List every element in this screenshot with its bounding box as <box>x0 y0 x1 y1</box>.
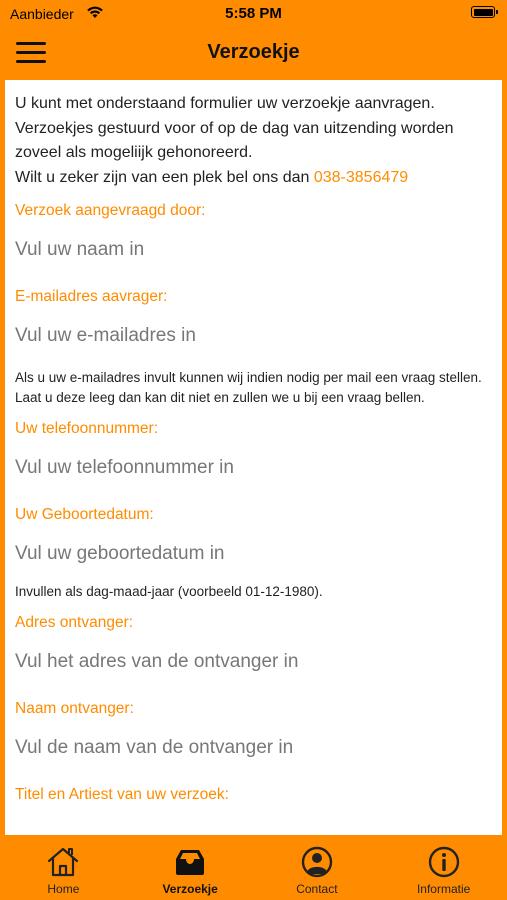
tab-label: Verzoekje <box>162 882 218 896</box>
tab-informatie[interactable]: Informatie <box>380 836 507 900</box>
clock: 5:58 PM <box>225 5 282 22</box>
recipient-name-input[interactable] <box>15 728 492 768</box>
home-icon <box>48 847 79 877</box>
inbox-icon <box>176 850 205 875</box>
name-label: Verzoek aangevraagd door: <box>15 202 206 219</box>
email-hint: Als u uw e-mailadres invult kunnen wij i… <box>15 370 482 405</box>
birthdate-input[interactable] <box>15 534 492 574</box>
info-icon <box>428 846 459 878</box>
intro-line: Verzoekjes gestuurd voor of op de dag va… <box>15 119 454 162</box>
name-input[interactable] <box>15 230 492 270</box>
page-title: Verzoekje <box>207 41 300 63</box>
user-circle-icon <box>301 846 333 878</box>
intro-text: U kunt met onderstaand formulier uw verz… <box>5 80 502 190</box>
recipient-address-input[interactable] <box>15 642 492 682</box>
intro-line: Wilt u zeker zijn van een plek bel ons d… <box>15 168 310 186</box>
tab-bar: Home Verzoekje Contact Informatie <box>0 836 507 900</box>
request-form[interactable]: U kunt met onderstaand formulier uw verz… <box>5 80 502 835</box>
phone-link[interactable]: 038-3856479 <box>314 169 408 186</box>
tab-home[interactable]: Home <box>0 836 127 900</box>
tab-label: Contact <box>296 882 338 896</box>
tab-label: Home <box>47 882 80 896</box>
birthdate-label: Uw Geboortedatum: <box>15 506 154 523</box>
birthdate-hint: Invullen als dag-maad-jaar (voorbeeld 01… <box>15 584 323 599</box>
email-label: E-mailadres aavrager: <box>15 288 168 305</box>
status-bar: Aanbieder 5:58 PM <box>0 0 507 28</box>
song-label: Titel en Artiest van uw verzoek: <box>15 786 229 803</box>
email-input[interactable] <box>15 316 492 356</box>
phone-label: Uw telefoonnummer: <box>15 420 159 437</box>
tab-contact[interactable]: Contact <box>254 836 381 900</box>
navigation-bar: Verzoekje <box>0 28 507 78</box>
recipient-address-label: Adres ontvanger: <box>15 614 134 631</box>
intro-line: U kunt met onderstaand formulier uw verz… <box>15 95 435 112</box>
recipient-name-label: Naam ontvanger: <box>15 700 134 717</box>
battery-icon <box>471 6 498 18</box>
intro-call-line: Wilt u zeker zijn van een plek bel ons d… <box>15 166 492 191</box>
tab-verzoekje[interactable]: Verzoekje <box>127 836 254 900</box>
tab-label: Informatie <box>416 882 471 896</box>
phone-input[interactable] <box>15 448 492 488</box>
